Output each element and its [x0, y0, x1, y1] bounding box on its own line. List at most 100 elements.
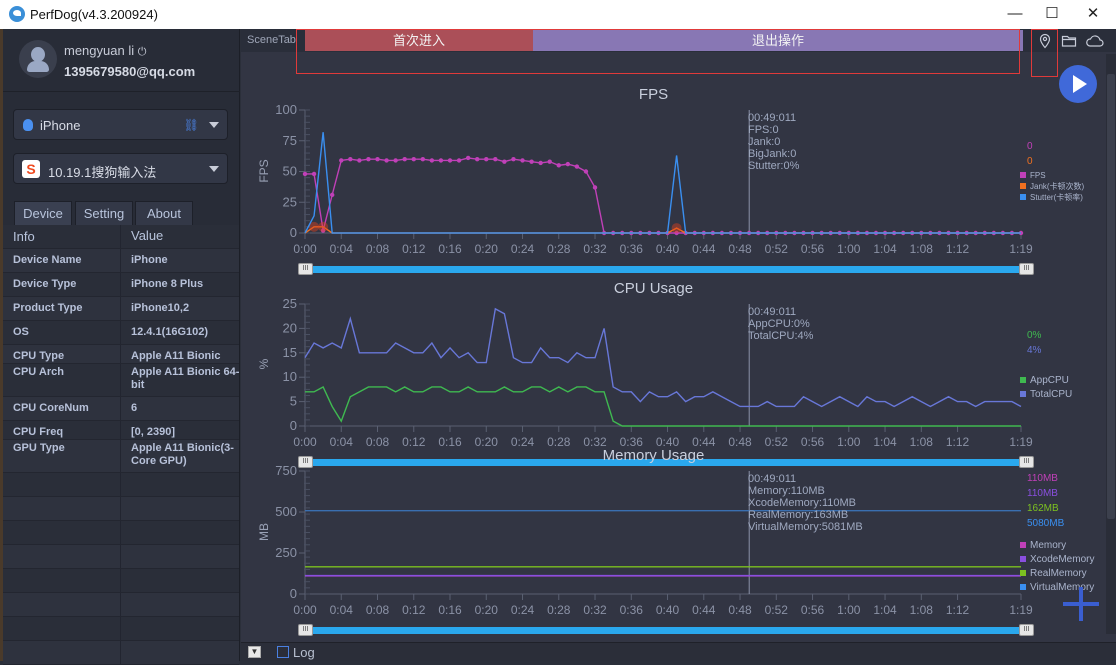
legend-item[interactable]: AppCPU	[1020, 374, 1072, 388]
cursor-info-line: RealMemory:163MB	[748, 509, 849, 521]
latest-value: 110MB	[1027, 473, 1058, 484]
collapse-dropdown-icon[interactable]: ▼	[248, 646, 261, 658]
data-point	[329, 192, 335, 198]
legend-swatch	[1020, 570, 1026, 576]
log-checkbox[interactable]	[277, 646, 289, 658]
app-select[interactable]: S 10.19.1搜狗输入法	[13, 153, 228, 184]
legend-item[interactable]: Stutter(卡顿率)	[1020, 192, 1084, 203]
chart-legend: FPS Jank(卡顿次数) Stutter(卡顿率)	[1020, 170, 1084, 203]
perfdog-logo-icon	[9, 6, 25, 22]
y-tick-label: 50	[283, 164, 297, 179]
add-chart-icon[interactable]	[1063, 587, 1099, 623]
legend-label: FPS	[1030, 171, 1046, 180]
legend-item[interactable]: TotalCPU	[1020, 388, 1072, 402]
legend-item[interactable]: Jank(卡顿次数)	[1020, 181, 1084, 192]
close-button[interactable]: ✕	[1078, 4, 1108, 24]
device-select[interactable]: iPhone ⛓	[13, 109, 228, 140]
legend-item[interactable]: FPS	[1020, 170, 1084, 181]
header-info: Info	[13, 229, 35, 244]
data-point	[574, 164, 580, 169]
data-point	[302, 171, 308, 177]
y-tick-label: 25	[283, 194, 297, 209]
device-select-value: iPhone	[40, 118, 81, 133]
data-point	[348, 157, 353, 162]
x-tick-label: 0:36	[620, 242, 644, 256]
row-key: OS	[13, 326, 29, 338]
user-panel: mengyuan li ⏻ 1395679580@qq.com	[3, 29, 240, 92]
row-key: Device Type	[13, 278, 77, 290]
legend-label: RealMemory	[1030, 568, 1087, 579]
power-icon[interactable]: ⏻	[138, 46, 147, 58]
data-point	[520, 158, 525, 163]
legend-swatch	[1020, 194, 1026, 200]
scene-tab-label[interactable]: SceneTab	[247, 34, 296, 46]
range-end-handle[interactable]: III	[1019, 624, 1034, 636]
time-range-slider[interactable]: III III	[298, 624, 1034, 636]
x-tick-label: 0:24	[511, 242, 535, 256]
legend-item[interactable]: RealMemory	[1020, 567, 1094, 581]
x-tick-label: 0:52	[765, 603, 789, 617]
table-row: OS 12.4.1(16G102)	[3, 321, 239, 345]
x-tick-label: 0:40	[656, 242, 680, 256]
y-tick-label: 0	[290, 586, 297, 601]
main-panel: SceneTab 首次进入 退出操作 FPS 0 25 50 75 100 0:00 0:04…	[241, 29, 1116, 661]
data-point	[556, 163, 561, 168]
table-row: Device Name iPhone	[3, 249, 239, 273]
cursor-info-line: 00:49:011	[748, 112, 797, 124]
data-point	[475, 157, 480, 162]
legend-item[interactable]: XcodeMemory	[1020, 553, 1094, 567]
legend-swatch	[1020, 172, 1026, 178]
y-axis-label: MB	[257, 522, 271, 541]
tab-setting[interactable]: Setting	[75, 201, 133, 225]
chart-plot[interactable]: 0 250 500 750 0:00 0:04 0:08 0:12 0:16 0:20 0:24 0:…	[241, 451, 1116, 651]
chart-fps: FPS 0 25 50 75 100 0:00 0:04 0:08 0:12 0:16 0:20 0:2…	[241, 58, 1116, 275]
legend-item[interactable]: Memory	[1020, 539, 1094, 553]
minimize-button[interactable]: —	[1000, 4, 1030, 24]
x-tick-label: 0:36	[620, 603, 644, 617]
legend-label: Memory	[1030, 540, 1067, 551]
data-point	[511, 157, 516, 162]
tab-about[interactable]: About	[135, 201, 193, 225]
cloud-icon[interactable]	[1085, 33, 1105, 49]
latest-value: 110MB	[1027, 488, 1058, 499]
user-name: mengyuan li	[64, 43, 135, 58]
app-select-value: 10.19.1搜狗输入法	[48, 165, 157, 180]
tab-device[interactable]: Device	[14, 201, 72, 225]
legend-swatch	[1020, 183, 1026, 189]
data-point	[538, 160, 543, 166]
cursor-info-line: 00:49:011	[748, 473, 797, 485]
sogou-app-icon: S	[22, 160, 40, 178]
row-key: CPU Freq	[13, 426, 64, 438]
user-email: 1395679580@qq.com	[64, 64, 196, 79]
data-point	[311, 171, 317, 177]
legend-label: Stutter(卡顿率)	[1030, 193, 1083, 202]
apple-icon	[23, 119, 33, 131]
chevron-down-icon	[209, 166, 219, 172]
maximize-button[interactable]: ☐	[1037, 4, 1067, 24]
y-tick-label: 5	[290, 394, 297, 409]
cursor-info-line: VirtualMemory:5081MB	[748, 521, 863, 533]
chart-plot[interactable]: 0 25 50 75 100 0:00 0:04 0:08 0:12 0:16 0:20 0:24 0:…	[241, 58, 1116, 258]
cursor-info-line: BigJank:0	[748, 148, 797, 160]
chart-memory-usage: Memory Usage 0 250 500 750 0:00 0:04 0:08 0:12 0:…	[241, 447, 1116, 651]
table-row: GPU Type Apple A11 Bionic(3-Core GPU)	[3, 440, 239, 473]
row-key: CPU Arch	[13, 366, 64, 378]
empty-row	[3, 473, 239, 497]
latest-value: 0%	[1027, 330, 1042, 341]
row-value: Apple A11 Bionic	[131, 350, 221, 362]
log-label: Log	[293, 645, 315, 660]
x-tick-label: 1:04	[873, 242, 897, 256]
x-tick-label: 0:20	[475, 242, 499, 256]
chevron-down-icon	[209, 122, 219, 128]
x-tick-label: 0:08	[366, 603, 390, 617]
device-info-table: Info Value Device Name iPhone Device Type i…	[3, 225, 239, 665]
y-tick-label: 0	[290, 225, 297, 240]
empty-row	[3, 521, 239, 545]
y-tick-label: 750	[275, 463, 297, 478]
y-axis-label: %	[257, 358, 271, 370]
range-start-handle[interactable]: III	[298, 624, 313, 636]
data-point	[447, 158, 453, 163]
folder-icon[interactable]	[1061, 33, 1077, 49]
x-tick-label: 1:00	[837, 603, 861, 617]
chart-plot[interactable]: 05101520250:00 0:04 0:08 0:12 0:16 0:20 0:24 0:…	[241, 256, 1116, 456]
